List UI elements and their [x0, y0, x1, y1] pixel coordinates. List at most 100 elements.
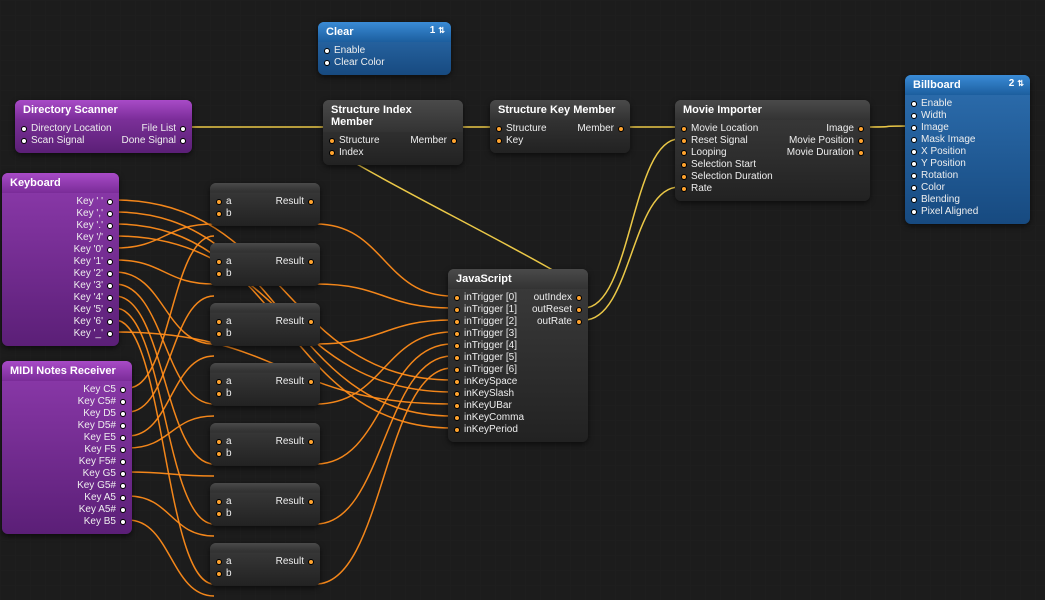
output-port[interactable]: Result [276, 436, 314, 448]
output-port[interactable]: Key F5# [79, 456, 126, 468]
input-port[interactable]: inTrigger [1] [454, 304, 517, 316]
input-port[interactable]: Looping [681, 147, 727, 159]
input-port[interactable]: a [216, 196, 232, 208]
output-port[interactable]: Member [410, 135, 457, 147]
input-port[interactable]: inKeyComma [454, 412, 524, 424]
output-port[interactable]: Key '_' [74, 328, 113, 340]
node-title[interactable]: Structure Index Member [323, 100, 463, 132]
output-port[interactable]: outReset [532, 304, 582, 316]
input-port[interactable]: inTrigger [3] [454, 328, 517, 340]
input-port[interactable]: Enable [324, 45, 365, 57]
input-port[interactable]: a [216, 496, 232, 508]
node-dirscan[interactable]: Directory Scanner Directory Location File … [15, 100, 192, 153]
node-movie[interactable]: Movie ImporterMovie LocationImageReset S… [675, 100, 870, 201]
input-port[interactable]: Mask Image [911, 134, 975, 146]
node-e0[interactable]: aResultb [210, 183, 320, 226]
input-port[interactable]: Key [496, 135, 523, 147]
input-port[interactable]: Reset Signal [681, 135, 748, 147]
input-port[interactable]: Color [911, 182, 945, 194]
node-e3[interactable]: a Result b [210, 363, 320, 406]
input-port[interactable]: Index [329, 147, 363, 159]
input-port[interactable]: Blending [911, 194, 960, 206]
output-port[interactable]: Result [276, 556, 314, 568]
output-port[interactable]: Movie Position [789, 135, 864, 147]
input-port[interactable]: inKeyUBar [454, 400, 512, 412]
input-port[interactable]: b [216, 328, 232, 340]
output-port[interactable]: Key '1' [74, 256, 113, 268]
node-title[interactable] [210, 543, 320, 551]
input-port[interactable]: inTrigger [6] [454, 364, 517, 376]
input-port[interactable]: inTrigger [4] [454, 340, 517, 352]
input-port[interactable]: Structure [496, 123, 547, 135]
output-port[interactable]: Movie Duration [787, 147, 864, 159]
output-port[interactable]: Key D5 [83, 408, 126, 420]
node-title[interactable] [210, 183, 320, 191]
node-title[interactable] [210, 243, 320, 251]
output-port[interactable]: Key C5 [83, 384, 126, 396]
output-port[interactable]: Key B5 [84, 516, 126, 528]
output-port[interactable]: Result [276, 496, 314, 508]
node-title[interactable] [210, 423, 320, 431]
node-billboard[interactable]: Billboard2⇅EnableWidthImageMask ImageX P… [905, 75, 1030, 224]
node-title[interactable]: Billboard2⇅ [905, 75, 1030, 95]
input-port[interactable]: inKeyPeriod [454, 424, 518, 436]
output-port[interactable]: File List [142, 123, 186, 135]
node-title[interactable]: Structure Key Member [490, 100, 630, 120]
node-e6[interactable]: aResultb [210, 543, 320, 586]
input-port[interactable]: inTrigger [5] [454, 352, 517, 364]
node-title[interactable]: Movie Importer [675, 100, 870, 120]
node-skm[interactable]: Structure Key Member Structure Member Key [490, 100, 630, 153]
output-port[interactable]: Key C5# [78, 396, 126, 408]
output-port[interactable]: Key '.' [76, 220, 113, 232]
input-port[interactable]: Structure [329, 135, 380, 147]
input-port[interactable]: Directory Location [21, 123, 112, 135]
output-port[interactable]: Key G5 [83, 468, 126, 480]
node-clear[interactable]: Clear1⇅ EnableClear Color [318, 22, 451, 75]
output-port[interactable]: Key '/' [76, 232, 113, 244]
output-port[interactable]: Result [276, 316, 314, 328]
input-port[interactable]: Width [911, 110, 947, 122]
output-port[interactable]: Key '6' [74, 316, 113, 328]
output-port[interactable]: Key '4' [74, 292, 113, 304]
output-port[interactable]: Member [577, 123, 624, 135]
output-port[interactable]: Result [276, 376, 314, 388]
output-port[interactable]: Key A5 [84, 492, 126, 504]
output-port[interactable]: Key E5 [84, 432, 126, 444]
node-title[interactable]: Directory Scanner [15, 100, 192, 120]
output-port[interactable]: Image [826, 123, 864, 135]
output-port[interactable]: Done Signal [122, 135, 186, 147]
output-port[interactable]: Key ',' [76, 208, 113, 220]
input-port[interactable]: Y Position [911, 158, 966, 170]
input-port[interactable]: Scan Signal [21, 135, 84, 147]
output-port[interactable]: Key ' ' [76, 196, 113, 208]
node-title[interactable]: Keyboard [2, 173, 119, 193]
output-port[interactable]: Key F5 [84, 444, 126, 456]
input-port[interactable]: b [216, 388, 232, 400]
input-port[interactable]: b [216, 448, 232, 460]
input-port[interactable]: a [216, 376, 232, 388]
output-port[interactable]: Result [276, 256, 314, 268]
node-e5[interactable]: a Result b [210, 483, 320, 526]
node-midi[interactable]: MIDI Notes ReceiverKey C5Key C5#Key D5Ke… [2, 361, 132, 534]
output-port[interactable]: outRate [537, 316, 582, 328]
input-port[interactable]: Image [911, 122, 949, 134]
input-port[interactable]: a [216, 256, 232, 268]
node-js[interactable]: JavaScriptinTrigger [0]outIndexinTrigger… [448, 269, 588, 442]
input-port[interactable]: b [216, 208, 232, 220]
input-port[interactable]: b [216, 268, 232, 280]
input-port[interactable]: b [216, 508, 232, 520]
output-port[interactable]: Key G5# [77, 480, 126, 492]
node-e4[interactable]: a Result b [210, 423, 320, 466]
input-port[interactable]: Enable [911, 98, 952, 110]
input-port[interactable]: Clear Color [324, 57, 385, 69]
input-port[interactable]: a [216, 436, 232, 448]
node-title[interactable]: Clear1⇅ [318, 22, 451, 42]
output-port[interactable]: Key '5' [74, 304, 113, 316]
output-port[interactable]: outIndex [534, 292, 582, 304]
input-port[interactable]: Selection Start [681, 159, 756, 171]
output-port[interactable]: Key '2' [74, 268, 113, 280]
output-port[interactable]: Key '3' [74, 280, 113, 292]
output-port[interactable]: Key A5# [79, 504, 126, 516]
input-port[interactable]: inTrigger [2] [454, 316, 517, 328]
input-port[interactable]: Pixel Aligned [911, 206, 978, 218]
